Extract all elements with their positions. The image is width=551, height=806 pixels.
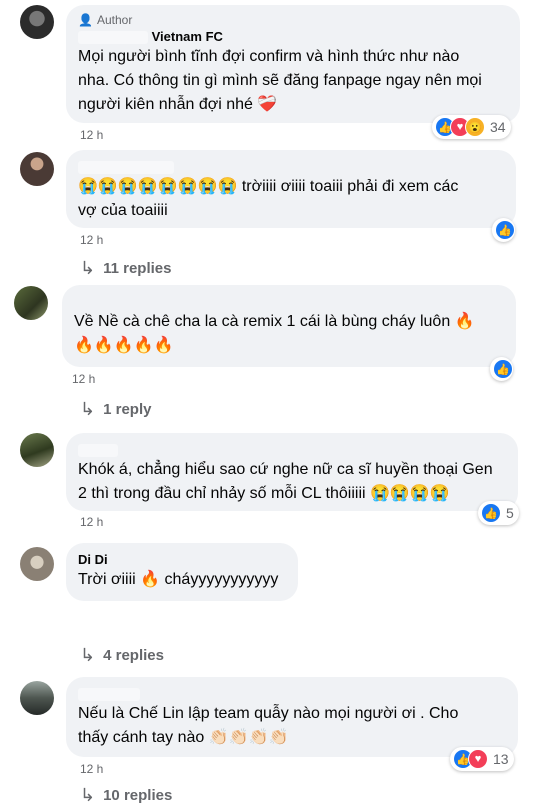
reactions-summary[interactable]: 👍 bbox=[492, 218, 515, 242]
comment-text: 😭😭😭😭😭😭😭😭 trờiiii ơiiii toaiii phải đi xe… bbox=[78, 178, 459, 219]
reactions-summary[interactable]: 👍 bbox=[490, 357, 513, 381]
avatar[interactable] bbox=[14, 286, 48, 320]
comment-timestamp[interactable]: 12 h bbox=[80, 515, 103, 529]
comment-bubble: 👤 Author Vietnam FC Mọi người bình tĩnh … bbox=[66, 5, 520, 123]
comment-author-name[interactable]: Vietnam FC bbox=[78, 28, 508, 45]
comment-bubble: Về Nề cà chê cha la cà remix 1 cái là bù… bbox=[62, 285, 516, 367]
avatar[interactable] bbox=[20, 5, 54, 39]
comment-bubble: Di Di Trời ơiiii 🔥 cháyyyyyyyyyyy bbox=[66, 543, 298, 601]
wow-icon: 😮 bbox=[465, 117, 485, 137]
comment-text: Mọi người bình tĩnh đợi confirm và hình … bbox=[78, 48, 482, 113]
comment-bubble: 😭😭😭😭😭😭😭😭 trờiiii ơiiii toaiii phải đi xe… bbox=[66, 150, 516, 228]
comment-timestamp[interactable]: 12 h bbox=[80, 762, 103, 776]
avatar[interactable] bbox=[20, 547, 54, 581]
comment-timestamp[interactable]: 12 h bbox=[72, 372, 95, 386]
reactions-summary[interactable]: 👍 ♥ 😮 34 bbox=[432, 115, 511, 139]
comment-author-name[interactable]: Di Di bbox=[78, 551, 286, 568]
avatar[interactable] bbox=[20, 433, 54, 467]
avatar[interactable] bbox=[20, 152, 54, 186]
like-icon: 👍 bbox=[493, 359, 513, 379]
comment-text: Khók á, chẳng hiểu sao cứ nghe nữ ca sĩ … bbox=[78, 461, 493, 502]
comment-timestamp[interactable]: 12 h bbox=[80, 128, 103, 142]
view-replies-link[interactable]: ↳ 1 reply bbox=[80, 399, 151, 420]
reply-arrow-icon: ↳ bbox=[80, 399, 96, 419]
reply-arrow-icon: ↳ bbox=[80, 785, 96, 805]
avatar[interactable] bbox=[20, 681, 54, 715]
reply-arrow-icon: ↳ bbox=[80, 645, 96, 665]
reactions-summary[interactable]: 👍 5 bbox=[478, 501, 519, 525]
love-icon: ♥ bbox=[468, 749, 488, 769]
view-replies-link[interactable]: ↳ 10 replies bbox=[80, 785, 172, 806]
comment-author-name[interactable] bbox=[78, 158, 504, 175]
view-replies-link[interactable]: ↳ 11 replies bbox=[80, 258, 171, 279]
comment-bubble: Khók á, chẳng hiểu sao cứ nghe nữ ca sĩ … bbox=[66, 433, 518, 511]
comment-author-name[interactable] bbox=[78, 441, 506, 458]
view-replies-link[interactable]: ↳ 4 replies bbox=[80, 645, 164, 666]
comment-timestamp[interactable]: 12 h bbox=[80, 233, 103, 247]
comment-text: Nếu là Chế Lin lập team quẫy nào mọi ngư… bbox=[78, 705, 459, 746]
reactions-summary[interactable]: 👍 ♥ 13 bbox=[450, 747, 514, 771]
like-icon: 👍 bbox=[495, 220, 515, 240]
author-icon: 👤 bbox=[78, 13, 93, 27]
comment-text: Về Nề cà chê cha la cà remix 1 cái là bù… bbox=[74, 313, 475, 354]
author-badge: 👤 Author bbox=[78, 13, 133, 27]
like-icon: 👍 bbox=[481, 503, 501, 523]
comment-author-name[interactable] bbox=[78, 685, 506, 702]
reply-arrow-icon: ↳ bbox=[80, 258, 96, 278]
comment-bubble: Nếu là Chế Lin lập team quẫy nào mọi ngư… bbox=[66, 677, 518, 757]
comment-text: Trời ơiiii 🔥 cháyyyyyyyyyyy bbox=[78, 571, 279, 588]
